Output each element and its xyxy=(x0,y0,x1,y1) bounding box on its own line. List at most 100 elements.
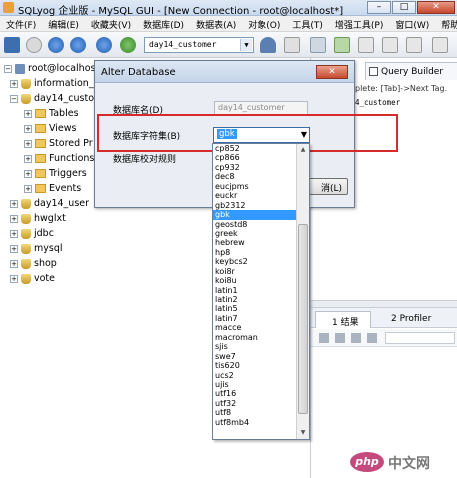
charset-dropdown-list[interactable]: cp852 cp866 cp932 dec8 eucjpms euckr gb2… xyxy=(212,143,310,440)
expand-icon[interactable]: + xyxy=(10,244,18,253)
charset-option[interactable]: sjis xyxy=(213,342,297,351)
charset-option[interactable]: eucjpms xyxy=(213,182,297,191)
filter-input[interactable] xyxy=(385,332,455,344)
tree-folder-views[interactable]: + Views xyxy=(24,122,77,136)
menu-objects[interactable]: 对象(O) xyxy=(242,16,286,31)
tree-db-day14-user[interactable]: + day14_user xyxy=(10,197,89,211)
menu-help[interactable]: 帮助(H) xyxy=(435,16,457,31)
dialog-close-button[interactable]: ✕ xyxy=(316,65,348,79)
maximize-button[interactable]: □ xyxy=(392,1,416,14)
menu-edit[interactable]: 编辑(E) xyxy=(42,16,85,31)
expand-icon[interactable]: + xyxy=(10,214,18,223)
tab-profiler[interactable]: 2 Profiler xyxy=(375,311,445,328)
expand-icon[interactable]: + xyxy=(24,169,32,178)
charset-option[interactable]: keybcs2 xyxy=(213,257,297,266)
export-icon[interactable] xyxy=(319,333,329,343)
data-sync-icon[interactable] xyxy=(406,37,422,53)
tree-db-mysql[interactable]: + mysql xyxy=(10,242,63,256)
charset-option[interactable]: hp8 xyxy=(213,248,297,257)
tab-results[interactable]: 1 结果 xyxy=(315,311,371,328)
charset-option[interactable]: geostd8 xyxy=(213,220,297,229)
tree-folder-tables[interactable]: + Tables xyxy=(24,107,79,121)
collapse-icon[interactable]: − xyxy=(4,64,12,73)
tree-db-shop[interactable]: + shop xyxy=(10,257,57,271)
charset-option[interactable]: euckr xyxy=(213,191,297,200)
import-icon[interactable] xyxy=(334,37,350,53)
charset-option[interactable]: utf8 xyxy=(213,408,297,417)
charset-option[interactable]: tis620 xyxy=(213,361,297,370)
tree-db-vote[interactable]: + vote xyxy=(10,272,55,286)
pane-splitter[interactable] xyxy=(311,300,457,308)
dropdown-scrollbar[interactable]: ▲ ▼ xyxy=(296,144,309,439)
schema-sync-icon[interactable] xyxy=(382,37,398,53)
tree-db-information-schema[interactable]: + information_s xyxy=(10,77,99,91)
charset-option[interactable]: latin1 xyxy=(213,286,297,295)
menu-tools[interactable]: 工具(T) xyxy=(286,16,329,31)
tab-query-builder[interactable]: Query Builder xyxy=(365,62,457,80)
charset-option[interactable]: utf16 xyxy=(213,389,297,398)
close-button[interactable]: ✕ xyxy=(417,1,455,14)
charset-option[interactable]: cp852 xyxy=(213,144,297,153)
expand-icon[interactable]: + xyxy=(10,274,18,283)
new-connection-icon[interactable] xyxy=(26,37,42,53)
charset-option[interactable]: dec8 xyxy=(213,172,297,181)
table-data-icon[interactable] xyxy=(284,37,300,53)
charset-option[interactable]: utf32 xyxy=(213,399,297,408)
execute-icon[interactable] xyxy=(48,37,64,53)
expand-icon[interactable]: + xyxy=(10,79,18,88)
menu-file[interactable]: 文件(F) xyxy=(0,16,42,31)
expand-icon[interactable]: + xyxy=(24,154,32,163)
expand-icon[interactable]: + xyxy=(24,109,32,118)
charset-option[interactable]: cp866 xyxy=(213,153,297,162)
charset-option[interactable]: swe7 xyxy=(213,352,297,361)
charset-option[interactable]: hebrew xyxy=(213,238,297,247)
text-view-icon[interactable] xyxy=(367,333,377,343)
execute-all-icon[interactable] xyxy=(70,37,86,53)
tree-folder-functions[interactable]: + Functions xyxy=(24,152,94,166)
expand-icon[interactable]: + xyxy=(10,259,18,268)
expand-icon[interactable]: + xyxy=(24,184,32,193)
charset-option[interactable]: macroman xyxy=(213,333,297,342)
collapse-icon[interactable]: − xyxy=(10,94,18,103)
charset-option[interactable]: koi8u xyxy=(213,276,297,285)
minimize-button[interactable]: – xyxy=(367,1,391,14)
charset-option[interactable]: koi8r xyxy=(213,267,297,276)
tree-folder-triggers[interactable]: + Triggers xyxy=(24,167,87,181)
charset-option[interactable]: latin2 xyxy=(213,295,297,304)
charset-option-selected[interactable]: gbk xyxy=(213,210,297,220)
menu-table[interactable]: 数据表(A) xyxy=(190,16,242,31)
stop-icon[interactable] xyxy=(120,37,136,53)
refresh-icon[interactable] xyxy=(96,37,112,53)
menu-powertools[interactable]: 增强工具(P) xyxy=(329,16,389,31)
charset-option[interactable]: ucs2 xyxy=(213,371,297,380)
charset-option[interactable]: gb2312 xyxy=(213,201,297,210)
scroll-down-icon[interactable]: ▼ xyxy=(298,428,308,438)
charset-option[interactable]: greek xyxy=(213,229,297,238)
tree-server[interactable]: − root@localhost xyxy=(4,62,99,76)
tree-folder-procedures[interactable]: + Stored Pr xyxy=(24,137,93,151)
expand-icon[interactable]: + xyxy=(10,199,18,208)
charset-option[interactable]: utf8mb4 xyxy=(213,418,297,427)
tree-db-hwglxt[interactable]: + hwglxt xyxy=(10,212,66,226)
chevron-down-icon[interactable]: ▼ xyxy=(240,39,252,51)
menu-favorites[interactable]: 收藏夹(V) xyxy=(85,16,137,31)
expand-icon[interactable]: + xyxy=(10,229,18,238)
scroll-up-icon[interactable]: ▲ xyxy=(298,145,308,155)
copy-icon[interactable] xyxy=(335,333,345,343)
grid-icon[interactable] xyxy=(432,37,448,53)
charset-option[interactable]: cp932 xyxy=(213,163,297,172)
scrollbar-thumb[interactable] xyxy=(298,224,308,414)
charset-option[interactable]: macce xyxy=(213,323,297,332)
tree-db-day14-customer[interactable]: − day14_custom xyxy=(10,92,103,106)
database-select[interactable]: day14_customer ▼ xyxy=(144,37,254,53)
charset-option[interactable]: latin7 xyxy=(213,314,297,323)
grid-view-icon[interactable] xyxy=(351,333,361,343)
charset-option[interactable]: latin5 xyxy=(213,304,297,313)
user-icon[interactable] xyxy=(260,37,276,53)
backup-icon[interactable] xyxy=(310,37,326,53)
connect-icon[interactable] xyxy=(4,37,20,53)
charset-option[interactable]: ujis xyxy=(213,380,297,389)
tree-db-jdbc[interactable]: + jdbc xyxy=(10,227,54,241)
tree-folder-events[interactable]: + Events xyxy=(24,182,81,196)
expand-icon[interactable]: + xyxy=(24,139,32,148)
